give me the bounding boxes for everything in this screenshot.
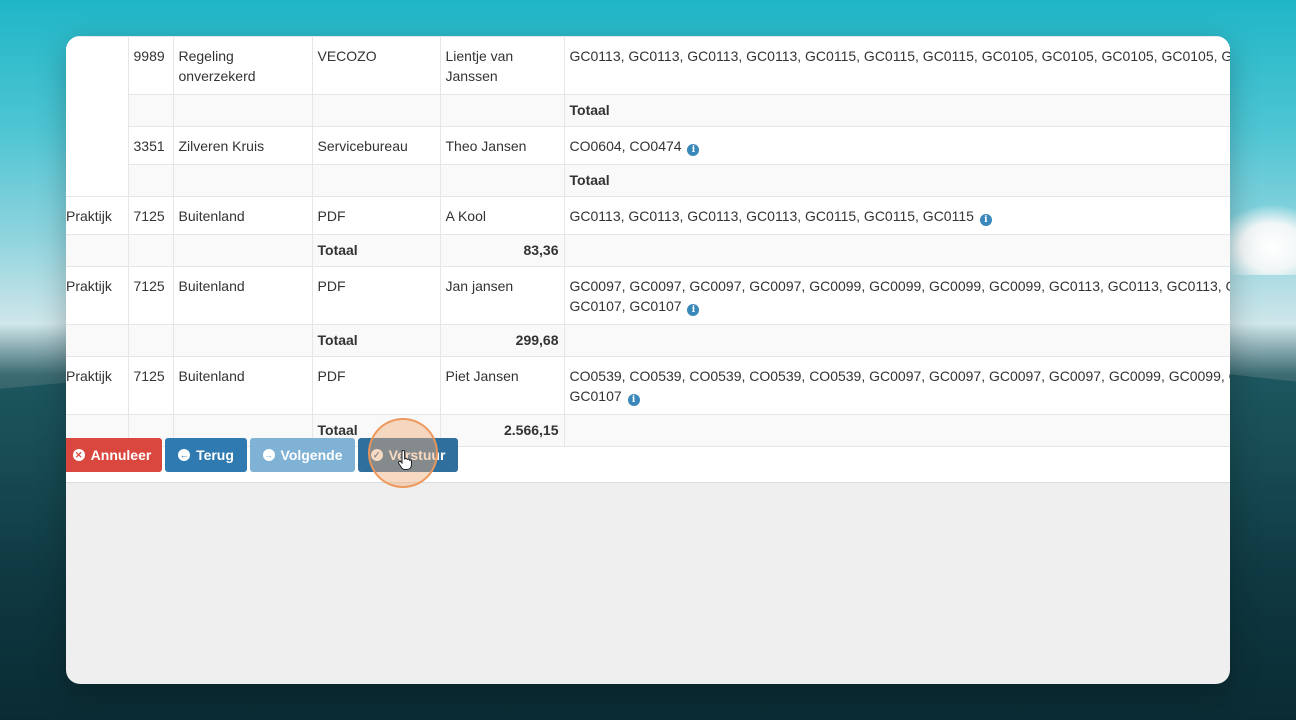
kanaal-cell: PDF: [311, 196, 441, 235]
app-window: 9989 Regeling onverzekerd VECOZO Lientje …: [66, 36, 1230, 684]
nr-cell: 7125: [127, 196, 174, 235]
codes-cell: GC0113, GC0113, GC0113, GC0113, GC0115, …: [563, 36, 1230, 95]
nr-cell: 7125: [127, 356, 174, 415]
times-circle-icon: ✕: [72, 449, 85, 461]
volgende-button[interactable]: → Volgende: [250, 438, 355, 472]
naam-cell: Regeling onverzekerd: [172, 36, 313, 95]
terug-button[interactable]: ← Terug: [165, 438, 247, 472]
arrow-circle-left-icon: ←: [178, 449, 191, 461]
codes-cell: CO0604, CO0474 i: [563, 126, 1230, 165]
naam-cell: Zilveren Kruis: [172, 126, 313, 165]
praktijk-cell: Praktijk: [66, 196, 129, 235]
total-row: Totaal 299,68: [66, 324, 1230, 357]
persoon-cell: A Kool: [439, 196, 565, 235]
total-row: Totaal: [66, 94, 1230, 127]
naam-cell: Buitenland: [172, 356, 313, 415]
declaration-panel: 9989 Regeling onverzekerd VECOZO Lientje …: [66, 36, 1230, 488]
info-circle-icon[interactable]: i: [687, 304, 700, 316]
kanaal-cell: PDF: [311, 266, 441, 325]
naam-cell: Buitenland: [172, 196, 313, 235]
total-row: Totaal: [66, 164, 1230, 197]
total-amount: 2.566,15: [439, 414, 565, 447]
declaration-table: 9989 Regeling onverzekerd VECOZO Lientje …: [66, 36, 1230, 447]
total-amount: [439, 164, 565, 197]
codes-cell: GC0097, GC0097, GC0097, GC0097, GC0099, …: [563, 266, 1230, 325]
persoon-cell: Lientje van Janssen: [439, 36, 565, 95]
total-label: Totaal: [311, 234, 441, 267]
praktijk-cell: [66, 36, 129, 197]
info-circle-icon[interactable]: i: [979, 214, 992, 226]
nr-cell: 9989: [127, 36, 174, 95]
table-row: Praktijk 7125 Buitenland PDF Piet Jansen…: [66, 356, 1230, 415]
table-row: Praktijk 7125 Buitenland PDF Jan jansen …: [66, 266, 1230, 325]
nr-cell: 7125: [127, 266, 174, 325]
kanaal-cell: VECOZO: [311, 36, 441, 95]
praktijk-cell: Praktijk: [66, 356, 129, 415]
persoon-cell: Theo Jansen: [439, 126, 565, 165]
praktijk-cell: Praktijk: [66, 266, 129, 325]
info-circle-icon[interactable]: i: [627, 394, 640, 406]
total-row: Totaal 83,36: [66, 234, 1230, 267]
nr-cell: 3351: [127, 126, 174, 165]
codes-cell: CO0539, CO0539, CO0539, CO0539, CO0539, …: [563, 356, 1230, 415]
naam-cell: Buitenland: [172, 266, 313, 325]
codes-cell: GC0113, GC0113, GC0113, GC0113, GC0115, …: [563, 196, 1230, 235]
info-circle-icon[interactable]: i: [687, 144, 700, 156]
annuleer-button[interactable]: ✕ Annuleer: [66, 438, 162, 472]
arrow-circle-right-icon: →: [262, 449, 275, 461]
total-label: Totaal: [563, 94, 1230, 127]
persoon-cell: Piet Jansen: [439, 356, 565, 415]
total-label: Totaal: [563, 164, 1230, 197]
table-row: 9989 Regeling onverzekerd VECOZO Lientje …: [66, 36, 1230, 197]
total-amount: 299,68: [439, 324, 565, 357]
total-amount: [439, 94, 565, 127]
kanaal-cell: Servicebureau: [311, 126, 441, 165]
kanaal-cell: PDF: [311, 356, 441, 415]
table-row: Praktijk 7125 Buitenland PDF A Kool GC01…: [66, 196, 1230, 235]
table-row: 3351 Zilveren Kruis Servicebureau Theo J…: [66, 126, 1230, 165]
total-label: Totaal: [311, 324, 441, 357]
pointer-hand-icon: [398, 450, 412, 470]
persoon-cell: Jan jansen: [439, 266, 565, 325]
total-amount: 83,36: [439, 234, 565, 267]
